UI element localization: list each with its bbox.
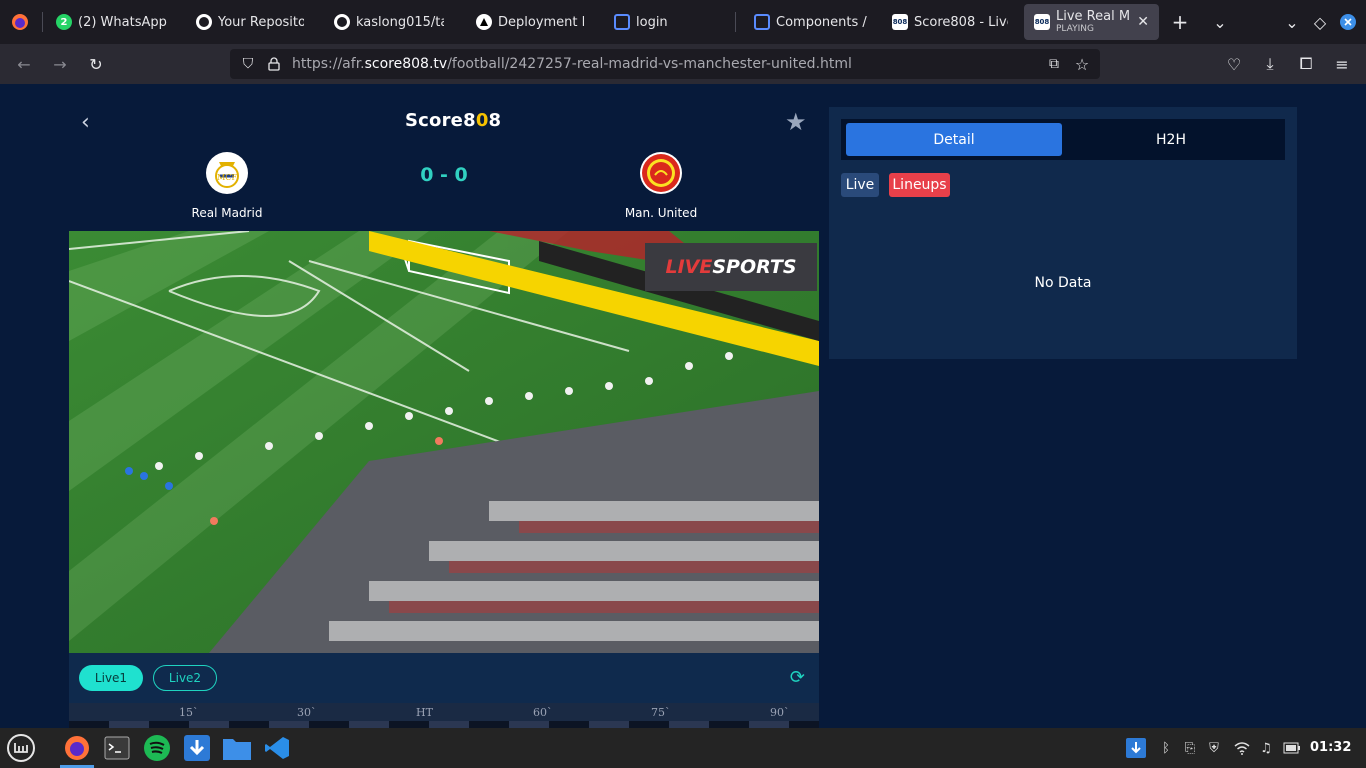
subtab-lineups[interactable]: Lineups	[889, 173, 950, 197]
bookmark-star-icon[interactable]: ☆	[1070, 52, 1094, 76]
stream-live1-button[interactable]: Live1	[79, 665, 143, 691]
forward-arrow-icon[interactable]: →	[48, 52, 72, 76]
timeline-tick: 30`	[297, 706, 317, 719]
url-bar[interactable]: ⛉ https://afr.score808.tv/football/24272…	[230, 49, 1100, 79]
tab-login[interactable]: login	[604, 4, 724, 40]
app-icon	[614, 14, 630, 30]
github-icon	[334, 14, 350, 30]
spotify-icon[interactable]	[140, 732, 174, 764]
tab-title: Live Real Mad	[1056, 10, 1130, 24]
back-chevron-icon[interactable]: ‹	[81, 110, 90, 135]
url-text[interactable]: https://afr.score808.tv/football/2427257…	[292, 56, 852, 72]
tab-components[interactable]: Components / A	[744, 4, 880, 40]
timeline-tick: 75`	[651, 706, 671, 719]
hamburger-menu-icon[interactable]: ≡	[1330, 52, 1354, 76]
clipboard-icon[interactable]: ⎘	[1180, 738, 1200, 758]
downloader-icon[interactable]	[180, 732, 214, 764]
home-team-name: Real Madrid	[191, 206, 263, 220]
match-info-panel: Detail H2H Live Lineups No Data	[829, 107, 1297, 359]
bluetooth-icon[interactable]: ᛒ	[1156, 738, 1176, 758]
stadium-video-frame	[69, 231, 819, 653]
linux-mint-menu-icon[interactable]	[4, 732, 38, 764]
vercel-icon	[476, 14, 492, 30]
subtab-live[interactable]: Live	[841, 173, 879, 197]
music-note-icon[interactable]: ♫	[1256, 738, 1276, 758]
firefox-menu-icon[interactable]	[8, 10, 32, 34]
tab-detail[interactable]: Detail	[846, 123, 1062, 156]
reload-icon[interactable]: ↻	[84, 52, 108, 76]
away-team-name: Man. United	[624, 206, 698, 220]
svg-text:MCF: MCF	[217, 173, 237, 182]
away-team[interactable]: Man. United	[581, 152, 741, 220]
tab-playing-status: PLAYING	[1056, 24, 1094, 34]
timeline-tick: 15`	[179, 706, 199, 719]
lock-icon[interactable]	[262, 52, 286, 76]
stream-live2-button[interactable]: Live2	[153, 665, 217, 691]
timeline-tick: HT	[416, 706, 433, 719]
terminal-icon[interactable]	[100, 732, 134, 764]
browser-tab-strip: 2 (2) WhatsApp Your Repositori kaslong01…	[0, 0, 1366, 44]
shield-icon[interactable]: ⛉	[236, 52, 260, 76]
extensions-icon[interactable]: ⧠	[1294, 52, 1318, 76]
battery-icon[interactable]	[1282, 738, 1302, 758]
info-tabs: Detail H2H	[841, 119, 1285, 160]
refresh-icon[interactable]: ⟳	[790, 667, 805, 688]
tab-list-chevron-icon[interactable]: ⌄	[1208, 10, 1232, 34]
favorite-star-icon[interactable]: ★	[785, 108, 807, 136]
tab-live-real-madrid[interactable]: 808 Live Real Mad PLAYING ✕	[1024, 4, 1159, 40]
score808-logo[interactable]: Score808	[405, 110, 501, 131]
update-manager-icon[interactable]	[1126, 738, 1146, 758]
man-united-crest-icon	[640, 152, 682, 194]
tab-score808-live[interactable]: 808 Score808 - Live	[882, 4, 1018, 40]
home-team[interactable]: MCF Real Madrid	[147, 152, 307, 220]
shield-status-icon[interactable]: ⛨	[1204, 738, 1224, 758]
firefox-taskbar-icon[interactable]	[60, 732, 94, 768]
new-tab-icon[interactable]: +	[1168, 10, 1192, 34]
app-icon	[754, 14, 770, 30]
picture-in-picture-icon[interactable]: ⧉	[1042, 52, 1066, 76]
tab-h2h[interactable]: H2H	[1063, 123, 1279, 156]
back-arrow-icon[interactable]: ←	[12, 52, 36, 76]
timeline-tick: 90`	[770, 706, 790, 719]
match-timeline: 15` 30` HT 60` 75` 90`	[69, 703, 819, 728]
score808-icon: 808	[892, 14, 908, 30]
no-data-message: No Data	[1034, 275, 1092, 291]
browser-nav-bar: ← → ↻ ⛉ https://afr.score808.tv/football…	[0, 44, 1366, 84]
timeline-tick: 60`	[533, 706, 553, 719]
wifi-icon[interactable]	[1232, 738, 1252, 758]
os-taskbar: ᛒ ⎘ ⛨ ♫ 01:32	[0, 728, 1366, 768]
chevron-down-icon[interactable]: ⌄	[1280, 10, 1304, 34]
score808-icon: 808	[1034, 14, 1050, 30]
pocket-icon[interactable]: ♡	[1222, 52, 1246, 76]
tab-deployment[interactable]: Deployment Ru	[466, 4, 594, 40]
github-icon	[196, 14, 212, 30]
close-window-icon[interactable]	[1336, 10, 1360, 34]
files-folder-icon[interactable]	[220, 732, 254, 764]
match-score: 0 - 0	[420, 164, 468, 186]
tab-whatsapp[interactable]: 2 (2) WhatsApp	[46, 4, 186, 40]
tab-your-repositories[interactable]: Your Repositori	[186, 4, 314, 40]
tab-kaslong-task[interactable]: kaslong015/task	[324, 4, 454, 40]
timeline-bar	[69, 721, 819, 728]
download-icon[interactable]: ⤓	[1258, 52, 1282, 76]
diamond-icon[interactable]: ◇	[1308, 10, 1332, 34]
system-clock[interactable]: 01:32	[1310, 740, 1351, 755]
vscode-icon[interactable]	[260, 732, 294, 764]
live-video-player[interactable]: LIVE SPORTS	[69, 231, 819, 653]
livesports-overlay-logo: LIVE SPORTS	[645, 243, 817, 291]
close-icon[interactable]: ✕	[1137, 14, 1149, 30]
stream-selector-bar: Live1 Live2 ⟳	[69, 653, 819, 703]
real-madrid-crest-icon: MCF	[206, 152, 248, 194]
score808-page: ‹ Score808 ★ MCF Real Madrid 0 - 0 Man. …	[0, 84, 1366, 728]
whatsapp-icon: 2	[56, 14, 72, 30]
match-header: ‹ Score808 ★ MCF Real Madrid 0 - 0 Man. …	[69, 84, 819, 231]
